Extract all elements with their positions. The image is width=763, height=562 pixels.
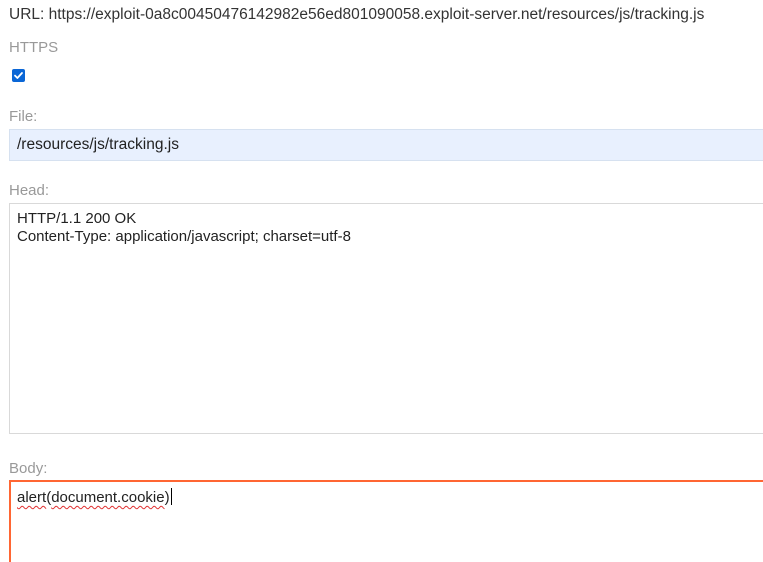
- body-text-paren-close: ): [164, 489, 170, 506]
- head-label: Head:: [9, 182, 50, 199]
- file-input[interactable]: [9, 129, 763, 161]
- body-text-alert: alert: [17, 489, 47, 506]
- body-text-document-cookie: document.cookie: [51, 489, 165, 506]
- https-checkbox[interactable]: [12, 69, 25, 82]
- https-label: HTTPS: [9, 39, 59, 56]
- url-display: URL: https://exploit-0a8c00450476142982e…: [9, 6, 705, 23]
- text-caret: [170, 488, 172, 505]
- file-label: File:: [9, 108, 38, 125]
- body-textarea[interactable]: alert(document.cookie): [9, 480, 763, 562]
- body-label: Body:: [9, 460, 48, 477]
- exploit-server-form: URL: https://exploit-0a8c00450476142982e…: [0, 0, 763, 562]
- checkmark-icon: [14, 72, 23, 79]
- head-textarea[interactable]: HTTP/1.1 200 OK Content-Type: applicatio…: [9, 203, 763, 434]
